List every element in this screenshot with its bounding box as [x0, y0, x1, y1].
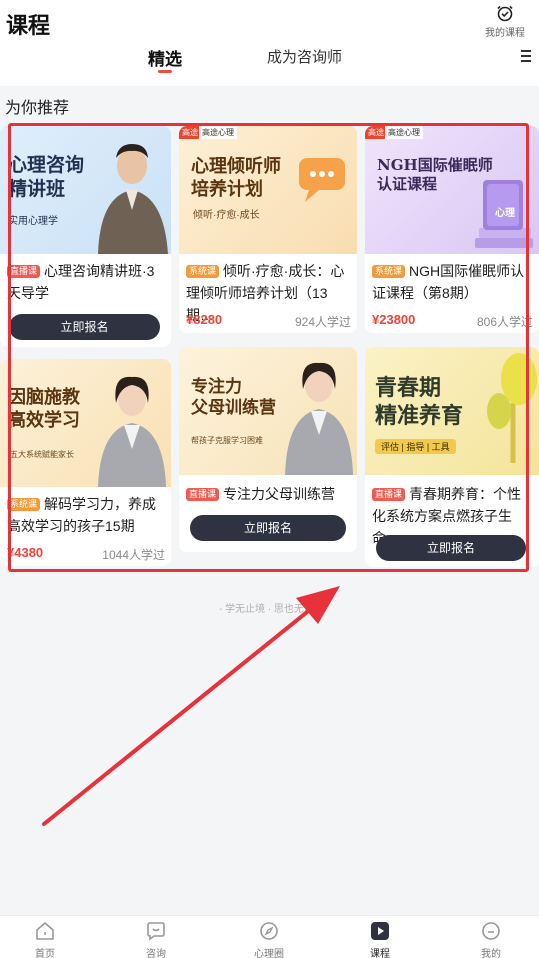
tab-featured[interactable]: 精选 [148, 45, 182, 70]
footer-slogan: - 学无止境 · 思也无涯 - [218, 604, 321, 615]
thumb-title-line: 因脑施教 [8, 387, 80, 408]
course-thumbnail: 专注力 父母训练营 帮孩子克服学习困难 [179, 347, 357, 475]
thumb-title-line: 精准养育 [375, 402, 464, 429]
book-label: 心理 [495, 208, 515, 219]
nav-label: 首页 [35, 949, 55, 958]
brand-name: 高途心理 [199, 126, 237, 139]
course-thumbnail: 因脑施教 高效学习 五大系统赋能家长 [0, 359, 171, 487]
course-price: ¥23800 [372, 312, 416, 327]
alarm-clock-icon [497, 5, 513, 22]
nav-label: 课程 [370, 949, 390, 958]
enroll-button[interactable]: 立即报名 [190, 515, 346, 541]
thumb-title-line: NGH国际催眠师 [377, 156, 493, 174]
thumb-title-line: 精讲班 [8, 177, 66, 200]
course-card[interactable]: 专注力 父母训练营 帮孩子克服学习困难 直播课 专注力父母训练营 立即报名 [179, 347, 357, 552]
system-course-badge: 系统课 [186, 265, 220, 278]
nav-label: 心理圈 [254, 949, 284, 958]
thumb-title-line: 心理倾听师 [191, 156, 281, 177]
brand-name: 高途心理 [385, 126, 423, 139]
thumb-subtitle: 倾听·疗愈·成长 [193, 210, 260, 221]
course-card[interactable]: 高途 高途心理 NGH国际催眠师 认证课程 心理 系统课 NGH国际催眠师认证课程… [365, 126, 539, 333]
nav-courses[interactable]: 课程 [350, 920, 410, 958]
learner-count: 924人学过 [294, 315, 351, 329]
thumb-subtitle: 实用心理学 [8, 216, 58, 227]
thumb-subtitle: 五大系统赋能家长 [10, 450, 74, 459]
brand-tag: 高途 [179, 126, 201, 139]
course-thumbnail: 心理咨询 精讲班 实用心理学 [0, 126, 171, 254]
thumb-title-line: 培养计划 [191, 178, 263, 200]
course-price: ¥8280 [186, 312, 223, 327]
thumb-tags: 评估 | 指导 | 工具 [375, 439, 456, 454]
my-courses-button[interactable]: 我的课程 [477, 4, 533, 39]
instructor-photo [98, 144, 168, 254]
thumb-subtitle: 帮孩子克服学习困难 [191, 436, 263, 445]
page-title: 课程 [6, 13, 51, 38]
course-title-text: 专注力父母训练营 [223, 486, 336, 502]
learner-count: 806人学过 [476, 315, 533, 329]
enroll-button[interactable]: 立即报名 [376, 535, 526, 561]
chat-heart-icon [147, 922, 165, 941]
chat-bubble-illustration [299, 158, 345, 202]
nav-label: 咨询 [146, 949, 166, 958]
course-title: 系统课 解码学习力，养成高效学习的孩子15期 [7, 493, 165, 537]
profile-icon [482, 922, 500, 940]
enroll-button[interactable]: 立即报名 [9, 314, 160, 340]
thumb-title-line: 青春期 [375, 375, 442, 401]
course-card[interactable]: 心理咨询 精讲班 实用心理学 直播课 心理咨询精讲班·3天导学 立即报名 [0, 126, 171, 347]
section-title: 为你推荐 [5, 100, 70, 117]
bottom-nav: 首页 咨询 心理圈 课程 我的 [0, 915, 539, 958]
sprout-illustration [487, 353, 537, 463]
thumb-title-line: 心理咨询 [8, 154, 85, 176]
course-title: 直播课 心理咨询精讲班·3天导学 [7, 260, 165, 304]
nav-label: 我的 [481, 949, 501, 958]
nav-profile[interactable]: 我的 [461, 920, 521, 958]
tab-become-counselor[interactable]: 成为咨询师 [267, 46, 342, 67]
nav-home[interactable]: 首页 [15, 920, 75, 958]
brand-tag: 高途 [365, 126, 387, 139]
play-icon [371, 922, 389, 940]
live-course-badge: 直播课 [372, 488, 406, 501]
learner-count: 1044人学过 [102, 548, 165, 562]
system-course-badge: 系统课 [7, 498, 41, 511]
course-title: 直播课 专注力父母训练营 [186, 483, 351, 505]
compass-icon [260, 922, 278, 940]
live-course-badge: 直播课 [186, 488, 220, 501]
nav-consult[interactable]: 咨询 [126, 920, 186, 958]
thumb-title-line: 高效学习 [8, 409, 80, 431]
nav-circle[interactable]: 心理圈 [239, 920, 299, 958]
course-price: ¥4380 [7, 545, 44, 560]
my-courses-label: 我的课程 [485, 28, 525, 39]
system-course-badge: 系统课 [372, 265, 406, 278]
home-icon [36, 922, 54, 940]
course-card[interactable]: 因脑施教 高效学习 五大系统赋能家长 系统课 解码学习力，养成高效学习的孩子15期… [0, 359, 171, 566]
course-card[interactable]: 高途 高途心理 心理倾听师 培养计划 倾听·疗愈·成长 系统课 倾听·疗愈·成长：… [179, 126, 357, 333]
course-title: 系统课 NGH国际催眠师认证课程（第8期） [372, 260, 533, 304]
thumb-title-line: 父母训练营 [191, 398, 276, 419]
live-course-badge: 直播课 [7, 265, 41, 278]
instructor-photo [285, 362, 353, 475]
header: 课程 我的课程 精选 成为咨询师 [0, 0, 539, 86]
course-thumbnail: 高途 高途心理 心理倾听师 培养计划 倾听·疗愈·成长 [179, 126, 357, 254]
course-thumbnail: 青春期 精准养育 评估 | 指导 | 工具 [365, 347, 539, 475]
thumb-title-line: 专注力 [191, 377, 242, 397]
thumb-title-line: 认证课程 [377, 174, 438, 193]
instructor-photo [98, 376, 166, 487]
menu-icon[interactable] [521, 50, 531, 62]
course-card[interactable]: 青春期 精准养育 评估 | 指导 | 工具 直播课 青春期养育：个性化系统方案点燃… [365, 347, 539, 567]
tab-active-indicator [158, 70, 172, 73]
course-thumbnail: 高途 高途心理 NGH国际催眠师 认证课程 心理 [365, 126, 539, 254]
